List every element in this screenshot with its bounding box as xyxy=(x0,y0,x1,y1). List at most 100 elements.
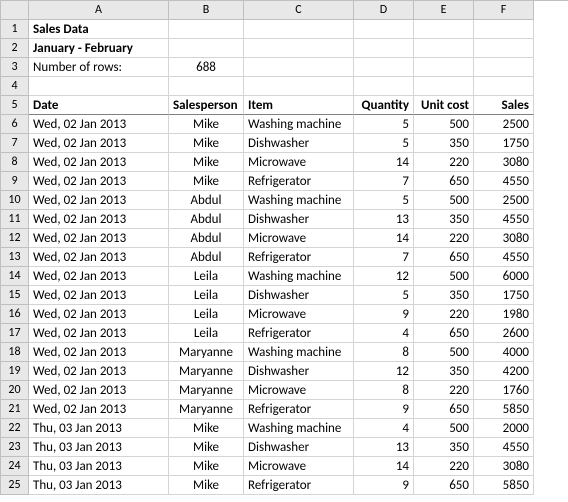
sales-cell[interactable]: 3080 xyxy=(474,457,534,476)
row-header-4[interactable]: 4 xyxy=(1,77,29,96)
column-header-E[interactable]: E xyxy=(414,1,474,20)
item-cell[interactable]: Dishwasher xyxy=(244,210,354,229)
unitcost-cell[interactable]: 650 xyxy=(414,400,474,419)
date-cell[interactable]: Wed, 02 Jan 2013 xyxy=(29,134,169,153)
salesperson-cell[interactable]: Mike xyxy=(169,419,244,438)
table-header[interactable]: Sales xyxy=(474,96,534,115)
salesperson-cell[interactable]: Leila xyxy=(169,305,244,324)
salesperson-cell[interactable]: Mike xyxy=(169,134,244,153)
cell[interactable] xyxy=(169,77,244,96)
row-header-18[interactable]: 18 xyxy=(1,343,29,362)
quantity-cell[interactable]: 5 xyxy=(354,191,414,210)
column-header-D[interactable]: D xyxy=(354,1,414,20)
rowcount-label[interactable]: Number of rows: xyxy=(29,58,169,77)
sales-cell[interactable]: 4550 xyxy=(474,248,534,267)
title-cell[interactable]: Sales Data xyxy=(29,20,169,39)
sales-cell[interactable]: 2500 xyxy=(474,115,534,134)
item-cell[interactable]: Refrigerator xyxy=(244,400,354,419)
item-cell[interactable]: Dishwasher xyxy=(244,362,354,381)
item-cell[interactable]: Washing machine xyxy=(244,191,354,210)
row-header-2[interactable]: 2 xyxy=(1,39,29,58)
sales-cell[interactable]: 5850 xyxy=(474,476,534,495)
quantity-cell[interactable]: 5 xyxy=(354,115,414,134)
rowcount-value[interactable]: 688 xyxy=(169,58,244,77)
unitcost-cell[interactable]: 500 xyxy=(414,115,474,134)
item-cell[interactable]: Washing machine xyxy=(244,115,354,134)
row-header-11[interactable]: 11 xyxy=(1,210,29,229)
unitcost-cell[interactable]: 350 xyxy=(414,438,474,457)
sales-cell[interactable]: 4000 xyxy=(474,343,534,362)
sales-cell[interactable]: 2000 xyxy=(474,419,534,438)
row-header-8[interactable]: 8 xyxy=(1,153,29,172)
quantity-cell[interactable]: 8 xyxy=(354,381,414,400)
item-cell[interactable]: Washing machine xyxy=(244,419,354,438)
row-header-19[interactable]: 19 xyxy=(1,362,29,381)
date-cell[interactable]: Thu, 03 Jan 2013 xyxy=(29,438,169,457)
quantity-cell[interactable]: 12 xyxy=(354,362,414,381)
unitcost-cell[interactable]: 350 xyxy=(414,362,474,381)
row-header-23[interactable]: 23 xyxy=(1,438,29,457)
row-header-14[interactable]: 14 xyxy=(1,267,29,286)
cell[interactable] xyxy=(414,39,474,58)
salesperson-cell[interactable]: Abdul xyxy=(169,191,244,210)
date-cell[interactable]: Wed, 02 Jan 2013 xyxy=(29,362,169,381)
quantity-cell[interactable]: 4 xyxy=(354,324,414,343)
quantity-cell[interactable]: 14 xyxy=(354,457,414,476)
cell[interactable] xyxy=(29,77,169,96)
item-cell[interactable]: Dishwasher xyxy=(244,286,354,305)
salesperson-cell[interactable]: Mike xyxy=(169,115,244,134)
sales-cell[interactable]: 4550 xyxy=(474,210,534,229)
row-header-9[interactable]: 9 xyxy=(1,172,29,191)
sales-cell[interactable]: 4550 xyxy=(474,172,534,191)
quantity-cell[interactable]: 4 xyxy=(354,419,414,438)
salesperson-cell[interactable]: Mike xyxy=(169,438,244,457)
unitcost-cell[interactable]: 220 xyxy=(414,381,474,400)
sales-cell[interactable]: 6000 xyxy=(474,267,534,286)
date-cell[interactable]: Wed, 02 Jan 2013 xyxy=(29,248,169,267)
cell[interactable] xyxy=(474,20,534,39)
unitcost-cell[interactable]: 220 xyxy=(414,457,474,476)
unitcost-cell[interactable]: 500 xyxy=(414,343,474,362)
cell[interactable] xyxy=(414,77,474,96)
table-header[interactable]: Item xyxy=(244,96,354,115)
cell[interactable] xyxy=(354,58,414,77)
cell[interactable] xyxy=(244,20,354,39)
cell[interactable] xyxy=(244,77,354,96)
sales-cell[interactable]: 5850 xyxy=(474,400,534,419)
quantity-cell[interactable]: 5 xyxy=(354,134,414,153)
sales-cell[interactable]: 3080 xyxy=(474,153,534,172)
item-cell[interactable]: Microwave xyxy=(244,305,354,324)
quantity-cell[interactable]: 9 xyxy=(354,476,414,495)
row-header-6[interactable]: 6 xyxy=(1,115,29,134)
quantity-cell[interactable]: 8 xyxy=(354,343,414,362)
sales-cell[interactable]: 1980 xyxy=(474,305,534,324)
unitcost-cell[interactable]: 650 xyxy=(414,172,474,191)
quantity-cell[interactable]: 12 xyxy=(354,267,414,286)
quantity-cell[interactable]: 7 xyxy=(354,248,414,267)
date-cell[interactable]: Wed, 02 Jan 2013 xyxy=(29,305,169,324)
item-cell[interactable]: Refrigerator xyxy=(244,324,354,343)
row-header-20[interactable]: 20 xyxy=(1,381,29,400)
unitcost-cell[interactable]: 500 xyxy=(414,191,474,210)
quantity-cell[interactable]: 5 xyxy=(354,286,414,305)
date-cell[interactable]: Wed, 02 Jan 2013 xyxy=(29,267,169,286)
row-header-12[interactable]: 12 xyxy=(1,229,29,248)
salesperson-cell[interactable]: Leila xyxy=(169,324,244,343)
unitcost-cell[interactable]: 220 xyxy=(414,229,474,248)
salesperson-cell[interactable]: Abdul xyxy=(169,229,244,248)
item-cell[interactable]: Microwave xyxy=(244,381,354,400)
cell[interactable] xyxy=(414,58,474,77)
row-header-24[interactable]: 24 xyxy=(1,457,29,476)
cell[interactable] xyxy=(169,20,244,39)
quantity-cell[interactable]: 7 xyxy=(354,172,414,191)
date-cell[interactable]: Thu, 03 Jan 2013 xyxy=(29,419,169,438)
row-header-17[interactable]: 17 xyxy=(1,324,29,343)
salesperson-cell[interactable]: Leila xyxy=(169,267,244,286)
sales-cell[interactable]: 1750 xyxy=(474,286,534,305)
unitcost-cell[interactable]: 500 xyxy=(414,419,474,438)
cell[interactable] xyxy=(169,39,244,58)
salesperson-cell[interactable]: Maryanne xyxy=(169,400,244,419)
row-header-25[interactable]: 25 xyxy=(1,476,29,495)
unitcost-cell[interactable]: 500 xyxy=(414,267,474,286)
cell[interactable] xyxy=(354,20,414,39)
